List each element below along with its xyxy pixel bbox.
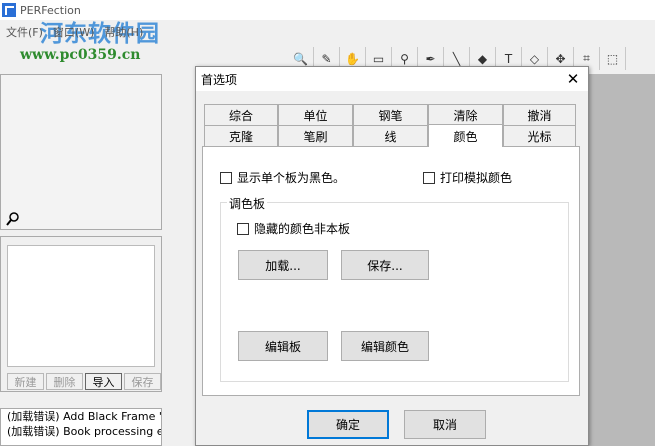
menu-window[interactable]: 窗口(W) <box>53 24 94 40</box>
log-line: (加载错误) Book processing e <box>7 425 162 438</box>
hidden-colors-checkbox[interactable] <box>237 222 249 235</box>
app-logo-icon <box>2 3 16 17</box>
select-tool-icon[interactable]: ⬚ <box>600 47 626 70</box>
tab-clone[interactable]: 克隆 <box>204 125 278 146</box>
preview-panel <box>0 74 162 230</box>
preset-panel: 新建 删除 导入 保存 <box>0 236 162 392</box>
save-button[interactable]: 保存... <box>341 250 429 280</box>
dialog-titlebar: 首选项 ✕ <box>196 67 588 91</box>
new-button[interactable]: 新建 <box>7 373 44 390</box>
edit-board-button[interactable]: 编辑板 <box>238 331 328 361</box>
magnifier-icon[interactable] <box>6 212 20 226</box>
tab-erase[interactable]: 清除 <box>428 104 503 125</box>
ok-button[interactable]: 确定 <box>307 410 389 439</box>
print-sim-label: 打印模拟颜色 <box>440 171 513 185</box>
log-line: (加载错误) Add Black Frame ' <box>7 410 162 423</box>
edit-color-button[interactable]: 编辑颜色 <box>341 331 429 361</box>
load-button[interactable]: 加载... <box>238 250 328 280</box>
dialog-title: 首选项 <box>201 72 238 87</box>
menu-file[interactable]: 文件(F) <box>6 24 43 40</box>
menu-help[interactable]: 帮助(H) <box>104 24 143 40</box>
print-sim-option[interactable]: 打印模拟颜色 <box>423 169 512 186</box>
watermark-url: www.pc0359.cn <box>20 47 141 63</box>
hidden-colors-label: 隐藏的颜色非本板 <box>254 222 351 236</box>
tab-line[interactable]: 线 <box>353 125 428 146</box>
print-sim-checkbox[interactable] <box>423 171 435 184</box>
save-preset-button[interactable]: 保存 <box>124 373 161 390</box>
tab-units[interactable]: 单位 <box>278 104 353 125</box>
tab-undo[interactable]: 撤消 <box>503 104 576 125</box>
preferences-dialog: 首选项 ✕ 综合 单位 钢笔 清除 撤消 克隆 笔刷 线 颜色 光标 显示单个板… <box>195 66 589 446</box>
close-icon[interactable]: ✕ <box>558 67 588 91</box>
import-button[interactable]: 导入 <box>85 373 122 390</box>
tab-color[interactable]: 颜色 <box>428 124 503 147</box>
tab-cursor[interactable]: 光标 <box>503 125 576 146</box>
color-tab-page: 显示单个板为黑色。 打印模拟颜色 调色板 隐藏的颜色非本板 加载... 保存..… <box>202 146 580 396</box>
canvas-area <box>588 74 655 446</box>
show-black-option[interactable]: 显示单个板为黑色。 <box>220 169 345 186</box>
log-panel: (加载错误) Add Black Frame ' (加载错误) Book pro… <box>0 408 162 446</box>
show-black-label: 显示单个板为黑色。 <box>237 171 346 185</box>
palette-groupbox: 调色板 隐藏的颜色非本板 加载... 保存... 编辑板 编辑颜色 <box>220 195 569 382</box>
palette-group-label: 调色板 <box>227 195 268 212</box>
cancel-button[interactable]: 取消 <box>404 410 486 439</box>
show-black-checkbox[interactable] <box>220 171 232 184</box>
tab-brush[interactable]: 笔刷 <box>278 125 353 146</box>
preset-list[interactable] <box>7 245 155 367</box>
delete-button[interactable]: 删除 <box>46 373 83 390</box>
tab-general[interactable]: 综合 <box>204 104 278 125</box>
tab-pen[interactable]: 钢笔 <box>353 104 428 125</box>
app-menubar: 文件(F) 窗口(W) 帮助(H) <box>0 20 655 44</box>
hidden-colors-option[interactable]: 隐藏的颜色非本板 <box>237 220 350 237</box>
